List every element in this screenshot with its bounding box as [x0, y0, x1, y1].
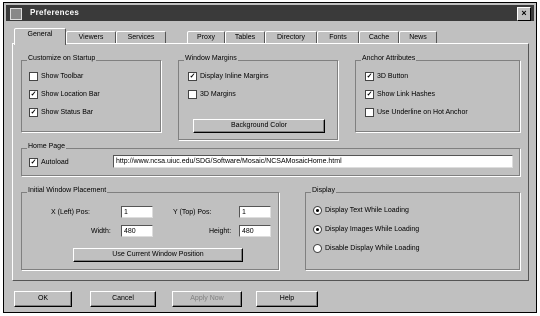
checkbox-box[interactable]: ✓: [29, 108, 38, 117]
apply-now-button[interactable]: Apply Now: [172, 291, 242, 307]
ok-button[interactable]: OK: [14, 291, 72, 307]
autoload-checkbox[interactable]: ✓ Autoload: [29, 158, 69, 167]
home-page-url-field[interactable]: http://www.ncsa.uiuc.edu/SDG/Software/Mo…: [113, 155, 513, 168]
underline-checkbox[interactable]: Use Underline on Hot Anchor: [365, 108, 468, 117]
radio-label: Display Images While Loading: [325, 226, 420, 233]
radio-label: Display Text While Loading: [325, 207, 409, 214]
checkbox-label: Show Location Bar: [41, 91, 100, 98]
display-text-radio[interactable]: Display Text While Loading: [313, 206, 409, 215]
startup-group-title: Customize on Startup: [27, 55, 97, 62]
anchors-group-title: Anchor Attributes: [361, 55, 417, 62]
title-bar[interactable]: Preferences ×: [6, 5, 534, 21]
3d-margins-checkbox[interactable]: 3D Margins: [188, 90, 236, 99]
checkbox-box[interactable]: [188, 90, 197, 99]
checkbox-label: Autoload: [41, 159, 69, 166]
show-location-checkbox[interactable]: ✓ Show Location Bar: [29, 90, 100, 99]
width-field[interactable]: 480: [121, 225, 153, 237]
radio-dot: [316, 228, 319, 231]
use-current-position-button[interactable]: Use Current Window Position: [73, 248, 243, 262]
checkbox-box[interactable]: ✓: [188, 72, 197, 81]
general-panel: Customize on Startup Show Toolbar ✓ Show …: [12, 43, 529, 281]
checkbox-box[interactable]: ✓: [365, 90, 374, 99]
height-label: Height:: [209, 228, 232, 235]
y-pos-label: Y (Top) Pos:: [173, 209, 212, 216]
radio-label: Disable Display While Loading: [325, 245, 420, 252]
checkbox-label: Show Link Hashes: [377, 91, 435, 98]
display-group-title: Display: [311, 187, 336, 194]
link-hashes-checkbox[interactable]: ✓ Show Link Hashes: [365, 90, 435, 99]
3d-button-checkbox[interactable]: ✓ 3D Button: [365, 72, 408, 81]
window-position-title: Initial Window Placement: [27, 187, 108, 194]
radio-circle[interactable]: [313, 225, 322, 234]
display-images-radio[interactable]: Display Images While Loading: [313, 225, 419, 234]
x-pos-field[interactable]: 1: [121, 206, 153, 218]
checkbox-label: Show Toolbar: [41, 73, 84, 80]
checkbox-box[interactable]: ✓: [29, 158, 38, 167]
checkbox-box[interactable]: [29, 72, 38, 81]
system-menu-icon[interactable]: [10, 8, 22, 20]
show-toolbar-checkbox[interactable]: Show Toolbar: [29, 72, 83, 81]
checkbox-box[interactable]: [365, 108, 374, 117]
checkbox-label: 3D Margins: [200, 91, 236, 98]
checkbox-label: 3D Button: [377, 73, 409, 80]
home-page-title: Home Page: [27, 143, 66, 150]
margins-group-title: Window Margins: [184, 55, 238, 62]
x-pos-label: X (Left) Pos:: [51, 209, 90, 216]
help-button[interactable]: Help: [256, 291, 318, 307]
y-pos-field[interactable]: 1: [239, 206, 271, 218]
show-status-checkbox[interactable]: ✓ Show Status Bar: [29, 108, 93, 117]
preferences-window: Preferences × General Viewers Services P…: [3, 2, 537, 313]
close-button[interactable]: ×: [517, 7, 531, 21]
close-icon: ×: [521, 8, 527, 18]
checkbox-label: Show Status Bar: [41, 109, 94, 116]
checkbox-label: Use Underline on Hot Anchor: [377, 109, 468, 116]
inline-margins-checkbox[interactable]: ✓ Display Inline Margins: [188, 72, 268, 81]
window-title: Preferences: [30, 8, 80, 17]
background-color-button[interactable]: Background Color: [193, 119, 325, 133]
radio-circle[interactable]: [313, 244, 322, 253]
width-label: Width:: [91, 228, 111, 235]
checkbox-box[interactable]: ✓: [29, 90, 38, 99]
disable-display-radio[interactable]: Disable Display While Loading: [313, 244, 420, 253]
height-field[interactable]: 480: [239, 225, 271, 237]
radio-dot: [316, 209, 319, 212]
checkbox-label: Display Inline Margins: [200, 73, 269, 80]
cancel-button[interactable]: Cancel: [90, 291, 156, 307]
radio-circle[interactable]: [313, 206, 322, 215]
checkbox-box[interactable]: ✓: [365, 72, 374, 81]
tab-general[interactable]: General: [14, 28, 66, 45]
